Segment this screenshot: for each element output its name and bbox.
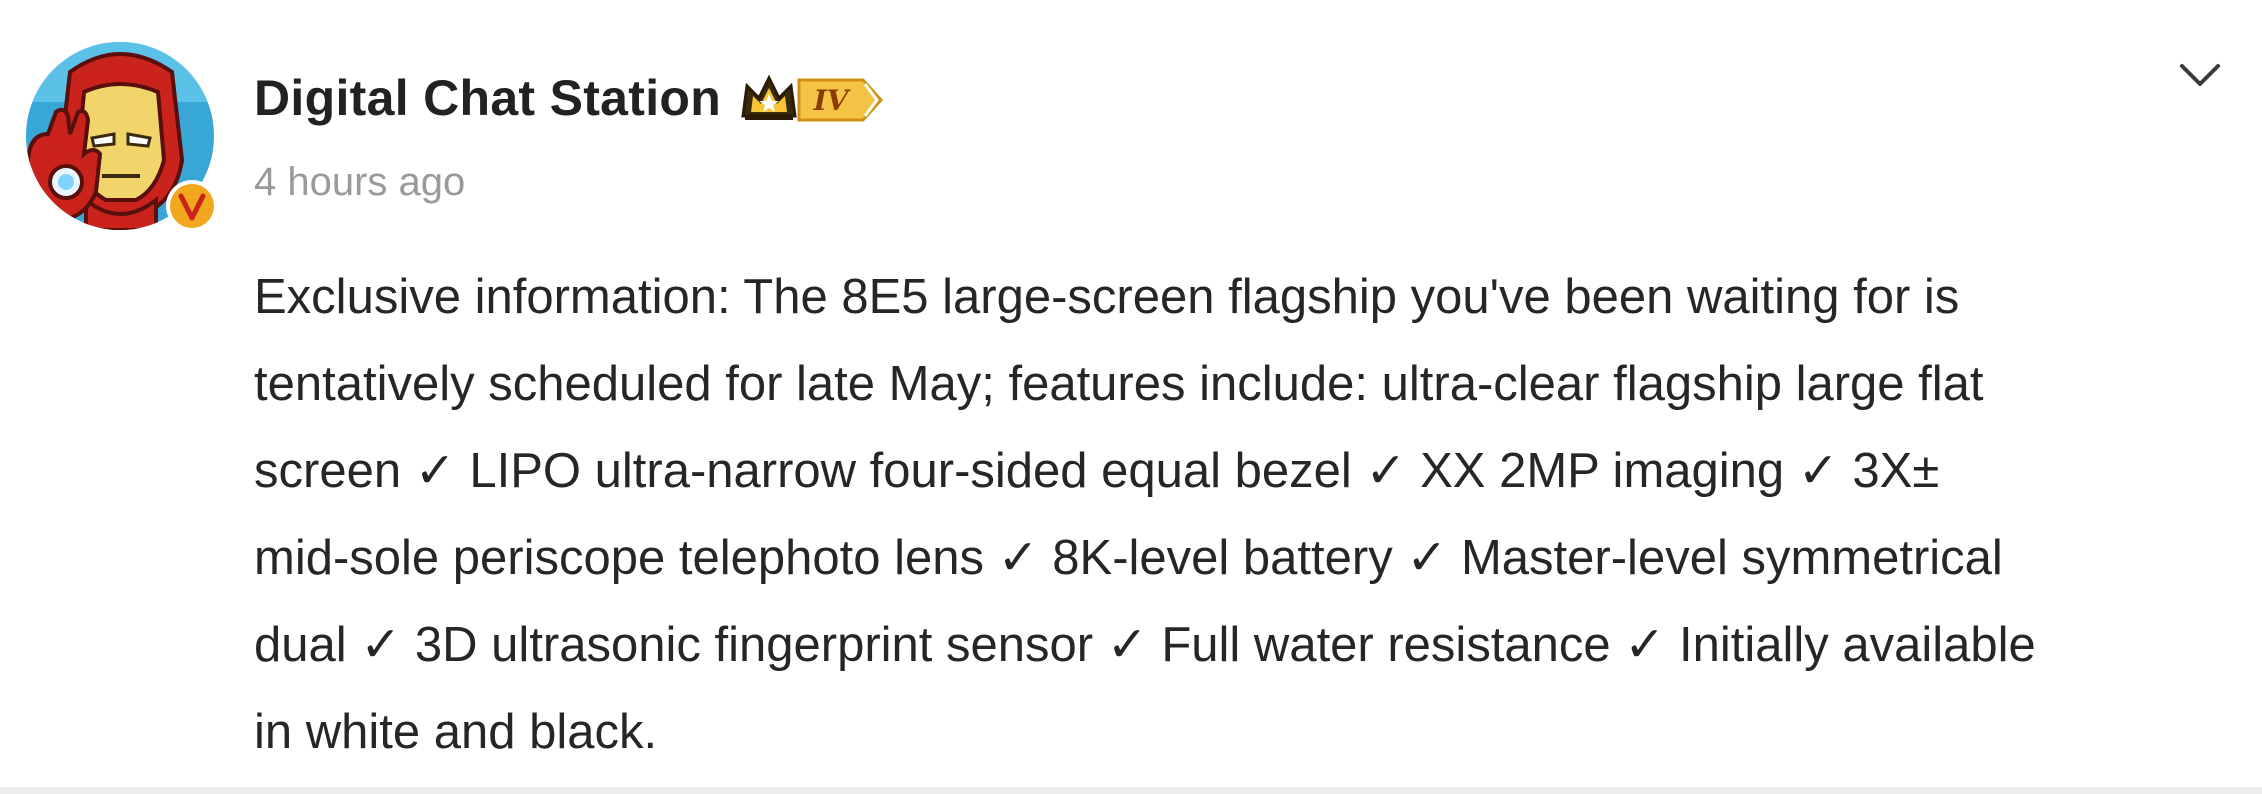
level-badge[interactable]: IV <box>739 68 885 128</box>
post-content-line: mid-sole periscope telephoto lens ✓ 8K-l… <box>254 531 2003 585</box>
post-divider <box>0 787 2262 794</box>
author-header: Digital Chat Station IV <box>254 62 885 134</box>
post-content-line: screen ✓ LIPO ultra-narrow four-sided eq… <box>254 444 1940 498</box>
post-content-line: Exclusive information: The 8E5 large-scr… <box>254 270 1960 324</box>
post-timestamp: 4 hours ago <box>254 160 466 204</box>
author-name[interactable]: Digital Chat Station <box>254 69 721 127</box>
post-content-line: tentatively scheduled for late May; feat… <box>254 357 1984 411</box>
post-content: Exclusive information: The 8E5 large-scr… <box>254 254 2244 776</box>
post-content-line: dual ✓ 3D ultrasonic fingerprint sensor … <box>254 618 2036 672</box>
chevron-down-icon[interactable] <box>2178 58 2222 92</box>
level-badge-label: IV <box>813 84 852 117</box>
weibo-post-card: Digital Chat Station IV 4 hours ago Excl… <box>0 0 2262 787</box>
post-content-line: in white and black. <box>254 705 658 759</box>
verified-badge-icon <box>164 178 220 234</box>
